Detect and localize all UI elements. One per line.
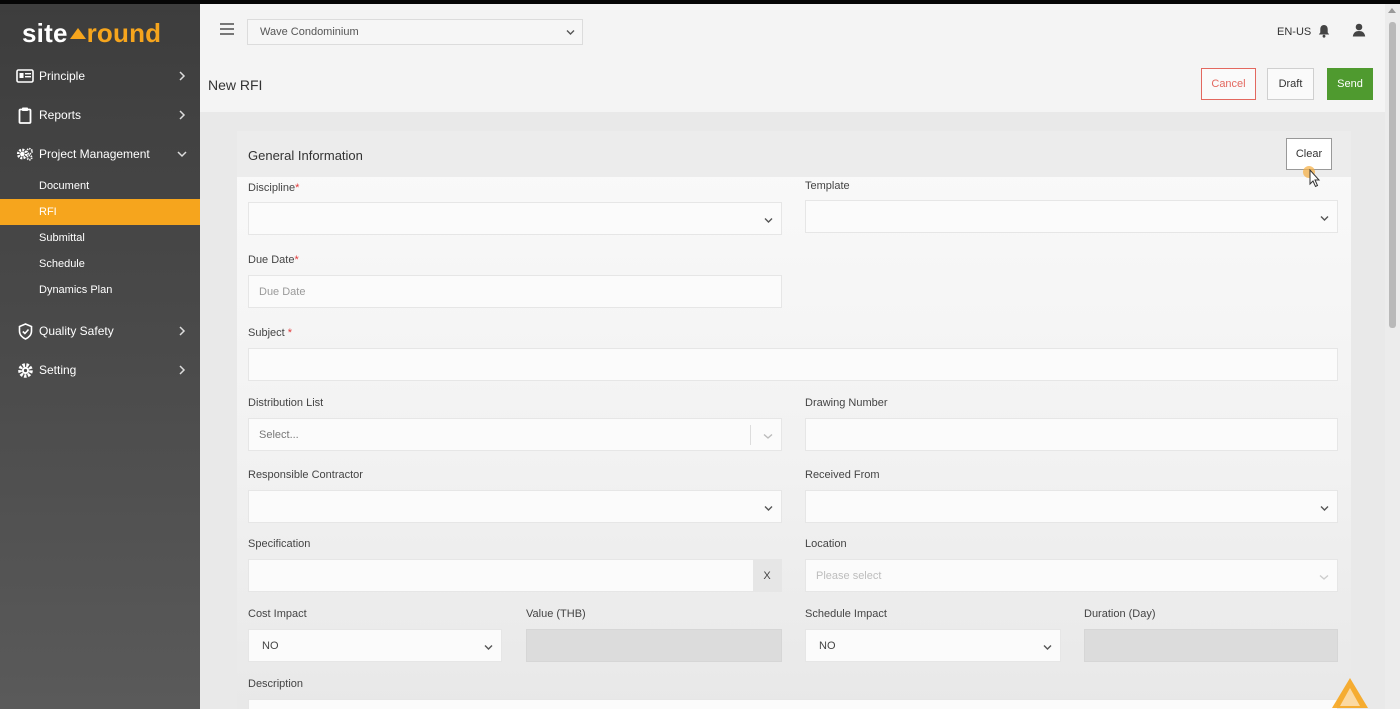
chevron-down-icon (1043, 642, 1052, 654)
chevron-down-icon (1320, 213, 1329, 225)
subject-input[interactable] (248, 348, 1338, 381)
mouse-cursor-icon (1303, 165, 1325, 194)
chevron-down-icon (764, 503, 773, 515)
schedule-impact-value: NO (819, 640, 836, 652)
drawing-number-label: Drawing Number (805, 397, 888, 409)
chevron-down-icon (1320, 503, 1329, 515)
discipline-label: Discipline* (248, 182, 300, 194)
sidebar-subitem-schedule[interactable]: Schedule (0, 251, 200, 277)
scroll-up-icon[interactable] (1388, 8, 1396, 13)
sidebar-item-label: Setting (39, 363, 77, 377)
template-label: Template (805, 180, 850, 192)
hamburger-menu-icon[interactable] (220, 23, 234, 35)
specification-input[interactable]: X (248, 559, 782, 592)
language-selector[interactable]: EN-US (1277, 26, 1311, 38)
sidebar-subitem-submittal[interactable]: Submittal (0, 225, 200, 251)
chevron-down-icon (175, 147, 189, 161)
schedule-impact-select[interactable]: NO (805, 629, 1061, 662)
specification-label: Specification (248, 538, 311, 550)
send-button[interactable]: Send (1327, 68, 1373, 100)
chevron-down-icon (763, 431, 773, 443)
bell-icon[interactable] (1318, 24, 1330, 43)
sidebar-item-project-management[interactable]: Project Management (0, 139, 200, 169)
responsible-contractor-select[interactable] (248, 490, 782, 523)
sidebar-item-reports[interactable]: Reports (0, 100, 200, 130)
location-label: Location (805, 538, 847, 550)
location-select[interactable]: Please select (805, 559, 1338, 592)
app-window: site round Principle Reports Project Mana… (0, 0, 1400, 709)
sidebar-item-setting[interactable]: Setting (0, 355, 200, 385)
chevron-right-icon (175, 108, 189, 122)
page-title: New RFI (208, 77, 263, 93)
subject-label: Subject * (248, 327, 293, 339)
id-card-icon (16, 67, 34, 85)
separator (750, 425, 751, 445)
brand-triangle-icon (1330, 676, 1370, 709)
draft-button[interactable]: Draft (1267, 68, 1314, 100)
sidebar-item-label: Principle (39, 69, 86, 83)
sidebar-item-principle[interactable]: Principle (0, 61, 200, 91)
sidebar-subitem-rfi[interactable]: RFI (0, 199, 200, 225)
sidebar-subitem-dynamics-plan[interactable]: Dynamics Plan (0, 277, 200, 303)
sidebar-item-label: Reports (39, 108, 82, 122)
brand-logo-part2: round (86, 18, 162, 48)
drawing-number-input[interactable] (805, 418, 1338, 451)
distribution-list-placeholder: Select... (259, 429, 299, 441)
chevron-right-icon (175, 69, 189, 83)
value-thb-label: Value (THB) (526, 608, 586, 620)
location-placeholder: Please select (816, 570, 882, 582)
chevron-down-icon (764, 215, 773, 227)
description-editor-toolbar[interactable] (248, 699, 1338, 709)
distribution-list-select[interactable]: Select... (248, 418, 782, 451)
section-title: General Information (248, 148, 363, 163)
chevron-right-icon (175, 363, 189, 377)
received-from-select[interactable] (805, 490, 1338, 523)
top-header: Wave Condominium EN-US (200, 4, 1385, 60)
discipline-select[interactable] (248, 202, 782, 235)
scrollbar-thumb[interactable] (1389, 22, 1396, 328)
cancel-button[interactable]: Cancel (1201, 68, 1256, 100)
page-header: New RFI Cancel Draft Send (200, 60, 1385, 112)
sidebar-item-label: Project Management (39, 147, 150, 161)
user-icon[interactable] (1352, 23, 1366, 42)
schedule-impact-label: Schedule Impact (805, 608, 887, 620)
duration-label: Duration (Day) (1084, 608, 1156, 620)
specification-clear-button[interactable]: X (753, 560, 781, 591)
logo-triangle-icon (69, 28, 86, 39)
cost-impact-select[interactable]: NO (248, 629, 502, 662)
template-select[interactable] (805, 200, 1338, 233)
page-scrollbar[interactable] (1385, 4, 1400, 709)
responsible-contractor-label: Responsible Contractor (248, 469, 363, 481)
clipboard-icon (16, 106, 34, 124)
duration-input[interactable] (1084, 629, 1338, 662)
gears-icon (16, 145, 34, 163)
project-select[interactable]: Wave Condominium (247, 19, 583, 45)
brand-logo-part1: site (22, 18, 68, 48)
shield-icon (16, 322, 34, 340)
sidebar-subitem-document[interactable]: Document (0, 173, 200, 199)
general-information-card: General Information Clear Discipline* Te… (237, 131, 1351, 709)
description-label: Description (248, 678, 304, 690)
due-date-input[interactable]: Due Date (248, 275, 782, 308)
chevron-down-icon (484, 642, 493, 654)
chevron-down-icon (1319, 572, 1329, 584)
received-from-label: Received From (805, 469, 880, 481)
cost-impact-value: NO (262, 640, 279, 652)
distribution-list-label: Distribution List (248, 397, 324, 409)
brand-logo[interactable]: site round (22, 18, 161, 49)
due-date-label: Due Date* (248, 254, 299, 266)
due-date-placeholder: Due Date (259, 286, 306, 298)
chevron-right-icon (175, 324, 189, 338)
card-header: General Information Clear (237, 131, 1351, 177)
cost-impact-label: Cost Impact (248, 608, 307, 620)
sidebar: site round Principle Reports Project Mana… (0, 4, 200, 709)
project-select-value: Wave Condominium (260, 26, 359, 38)
chevron-down-icon (566, 27, 575, 39)
gear-icon (16, 361, 34, 379)
sidebar-item-quality-safety[interactable]: Quality Safety (0, 316, 200, 346)
value-thb-input[interactable] (526, 629, 782, 662)
sidebar-item-label: Quality Safety (39, 324, 114, 338)
